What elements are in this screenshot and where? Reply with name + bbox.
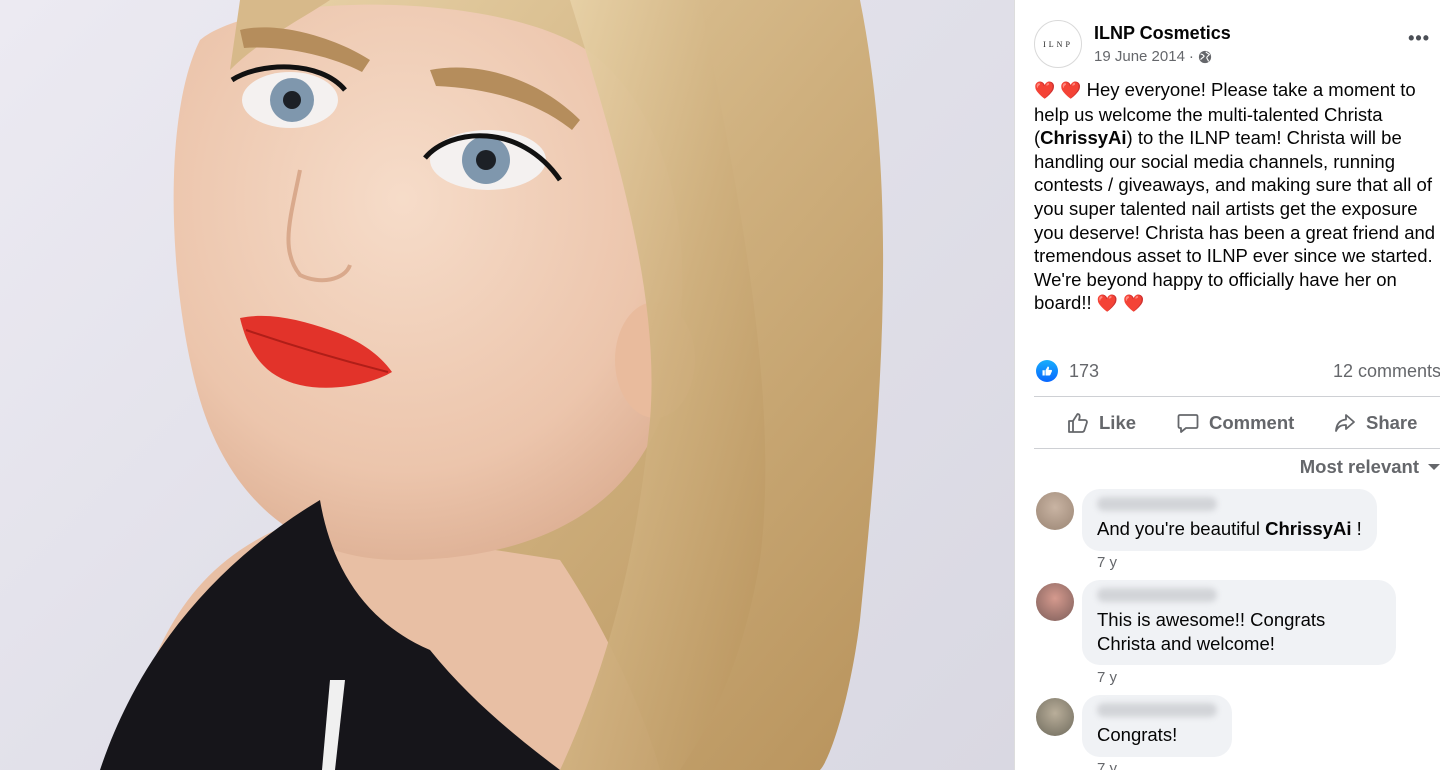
thumbs-up-icon [1068, 413, 1088, 433]
mention-link[interactable]: ChrissyAi [1265, 518, 1351, 539]
divider [1034, 448, 1440, 449]
comment-bubble: Congrats! [1082, 695, 1232, 757]
post-photo[interactable] [0, 0, 1014, 770]
post-actions: Like Comment Share [1034, 399, 1440, 447]
heart-emoji: ❤️ [1034, 81, 1056, 100]
comment-bubble: This is awesome!! Congrats Christa and w… [1082, 580, 1396, 666]
share-icon [1335, 414, 1355, 432]
post-date[interactable]: 19 June 2014 [1094, 48, 1185, 65]
avatar-logo: ILNP [1043, 39, 1073, 49]
comment-icon [1177, 414, 1199, 433]
more-options-icon[interactable]: ••• [1408, 28, 1430, 49]
commenter-name-blurred[interactable] [1097, 588, 1217, 602]
comment-text: Congrats! [1097, 724, 1178, 745]
reactions-bar: 173 12 comments [1034, 358, 1440, 384]
share-button[interactable]: Share [1333, 399, 1417, 447]
comment-time[interactable]: 7 y [1097, 669, 1117, 686]
heart-emoji: ❤️ [1060, 81, 1082, 100]
post-text-body: ) to the ILNP team! Christa will be hand… [1034, 127, 1436, 314]
post-message: ❤️ ❤️ Hey everyone! Please take a moment… [1034, 78, 1440, 316]
divider [1034, 396, 1440, 397]
like-label: Like [1099, 412, 1137, 433]
comment-time[interactable]: 7 y [1097, 760, 1117, 770]
commenter-name-blurred[interactable] [1097, 703, 1217, 717]
commenter-name-blurred[interactable] [1097, 497, 1217, 511]
heart-emoji: ❤️ [1123, 294, 1145, 314]
commenter-avatar[interactable] [1036, 583, 1074, 621]
meta-separator: · [1188, 48, 1194, 65]
page-avatar[interactable]: ILNP [1034, 20, 1082, 68]
comment-bubble: And you're beautiful ChrissyAi ! [1082, 489, 1377, 551]
commenter-avatar[interactable] [1036, 698, 1074, 736]
mention-link[interactable]: ChrissyAi [1040, 127, 1126, 148]
portrait-illustration [100, 0, 884, 770]
comment-sort-dropdown[interactable]: Most relevant [1300, 456, 1440, 478]
comment-count[interactable]: 12 comments [1333, 361, 1440, 382]
sort-label: Most relevant [1299, 456, 1419, 477]
comment-label: Comment [1209, 412, 1295, 433]
post-side-panel: ILNP ILNP Cosmetics 19 June 2014 · ••• ❤… [1014, 0, 1440, 770]
comment-time[interactable]: 7 y [1097, 554, 1117, 571]
post-header: ILNP ILNP Cosmetics 19 June 2014 · ••• [1034, 20, 1440, 72]
like-button[interactable]: Like [1066, 399, 1136, 447]
comment-text: This is awesome!! Congrats Christa and w… [1097, 609, 1326, 654]
page-name-link[interactable]: ILNP Cosmetics [1094, 23, 1231, 44]
chevron-down-icon [1428, 464, 1440, 470]
share-label: Share [1366, 412, 1418, 433]
globe-icon[interactable] [1198, 50, 1212, 64]
post-meta: 19 June 2014 · [1094, 48, 1212, 65]
like-reaction-icon[interactable] [1036, 360, 1058, 382]
commenter-avatar[interactable] [1036, 492, 1074, 530]
heart-emoji: ❤️ [1096, 294, 1118, 314]
comment-text: And you're beautiful ChrissyAi ! [1097, 518, 1362, 539]
like-count[interactable]: 173 [1069, 361, 1099, 382]
comment-button[interactable]: Comment [1176, 399, 1294, 447]
